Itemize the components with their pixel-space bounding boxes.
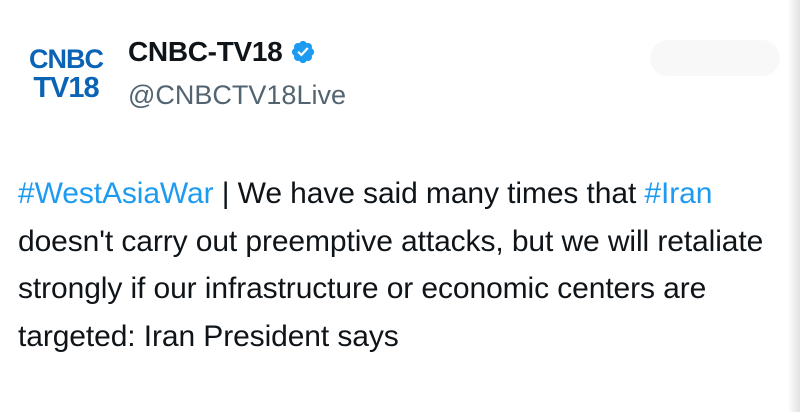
follow-button[interactable] (650, 40, 780, 76)
avatar[interactable]: CNBC TV18 (18, 28, 114, 120)
logo-text-bottom: TV18 (33, 71, 99, 104)
verified-badge-icon[interactable] (290, 39, 316, 65)
handle[interactable]: @CNBCTV18Live (128, 80, 346, 111)
tweet-text-segment: doesn't carry out preemptive attacks, bu… (18, 224, 764, 353)
logo-text-top: CNBC (29, 43, 104, 74)
hashtag-link[interactable]: #Iran (644, 177, 712, 210)
tweet-text: #WestAsiaWar | We have said many times t… (18, 170, 778, 360)
hashtag-link[interactable]: #WestAsiaWar (18, 177, 214, 210)
display-name[interactable]: CNBC-TV18 (128, 36, 283, 68)
tweet-text-segment: | We have said many times that (213, 177, 645, 210)
screenshot-edge (788, 0, 800, 412)
author-name-row[interactable]: CNBC-TV18 (128, 36, 316, 68)
